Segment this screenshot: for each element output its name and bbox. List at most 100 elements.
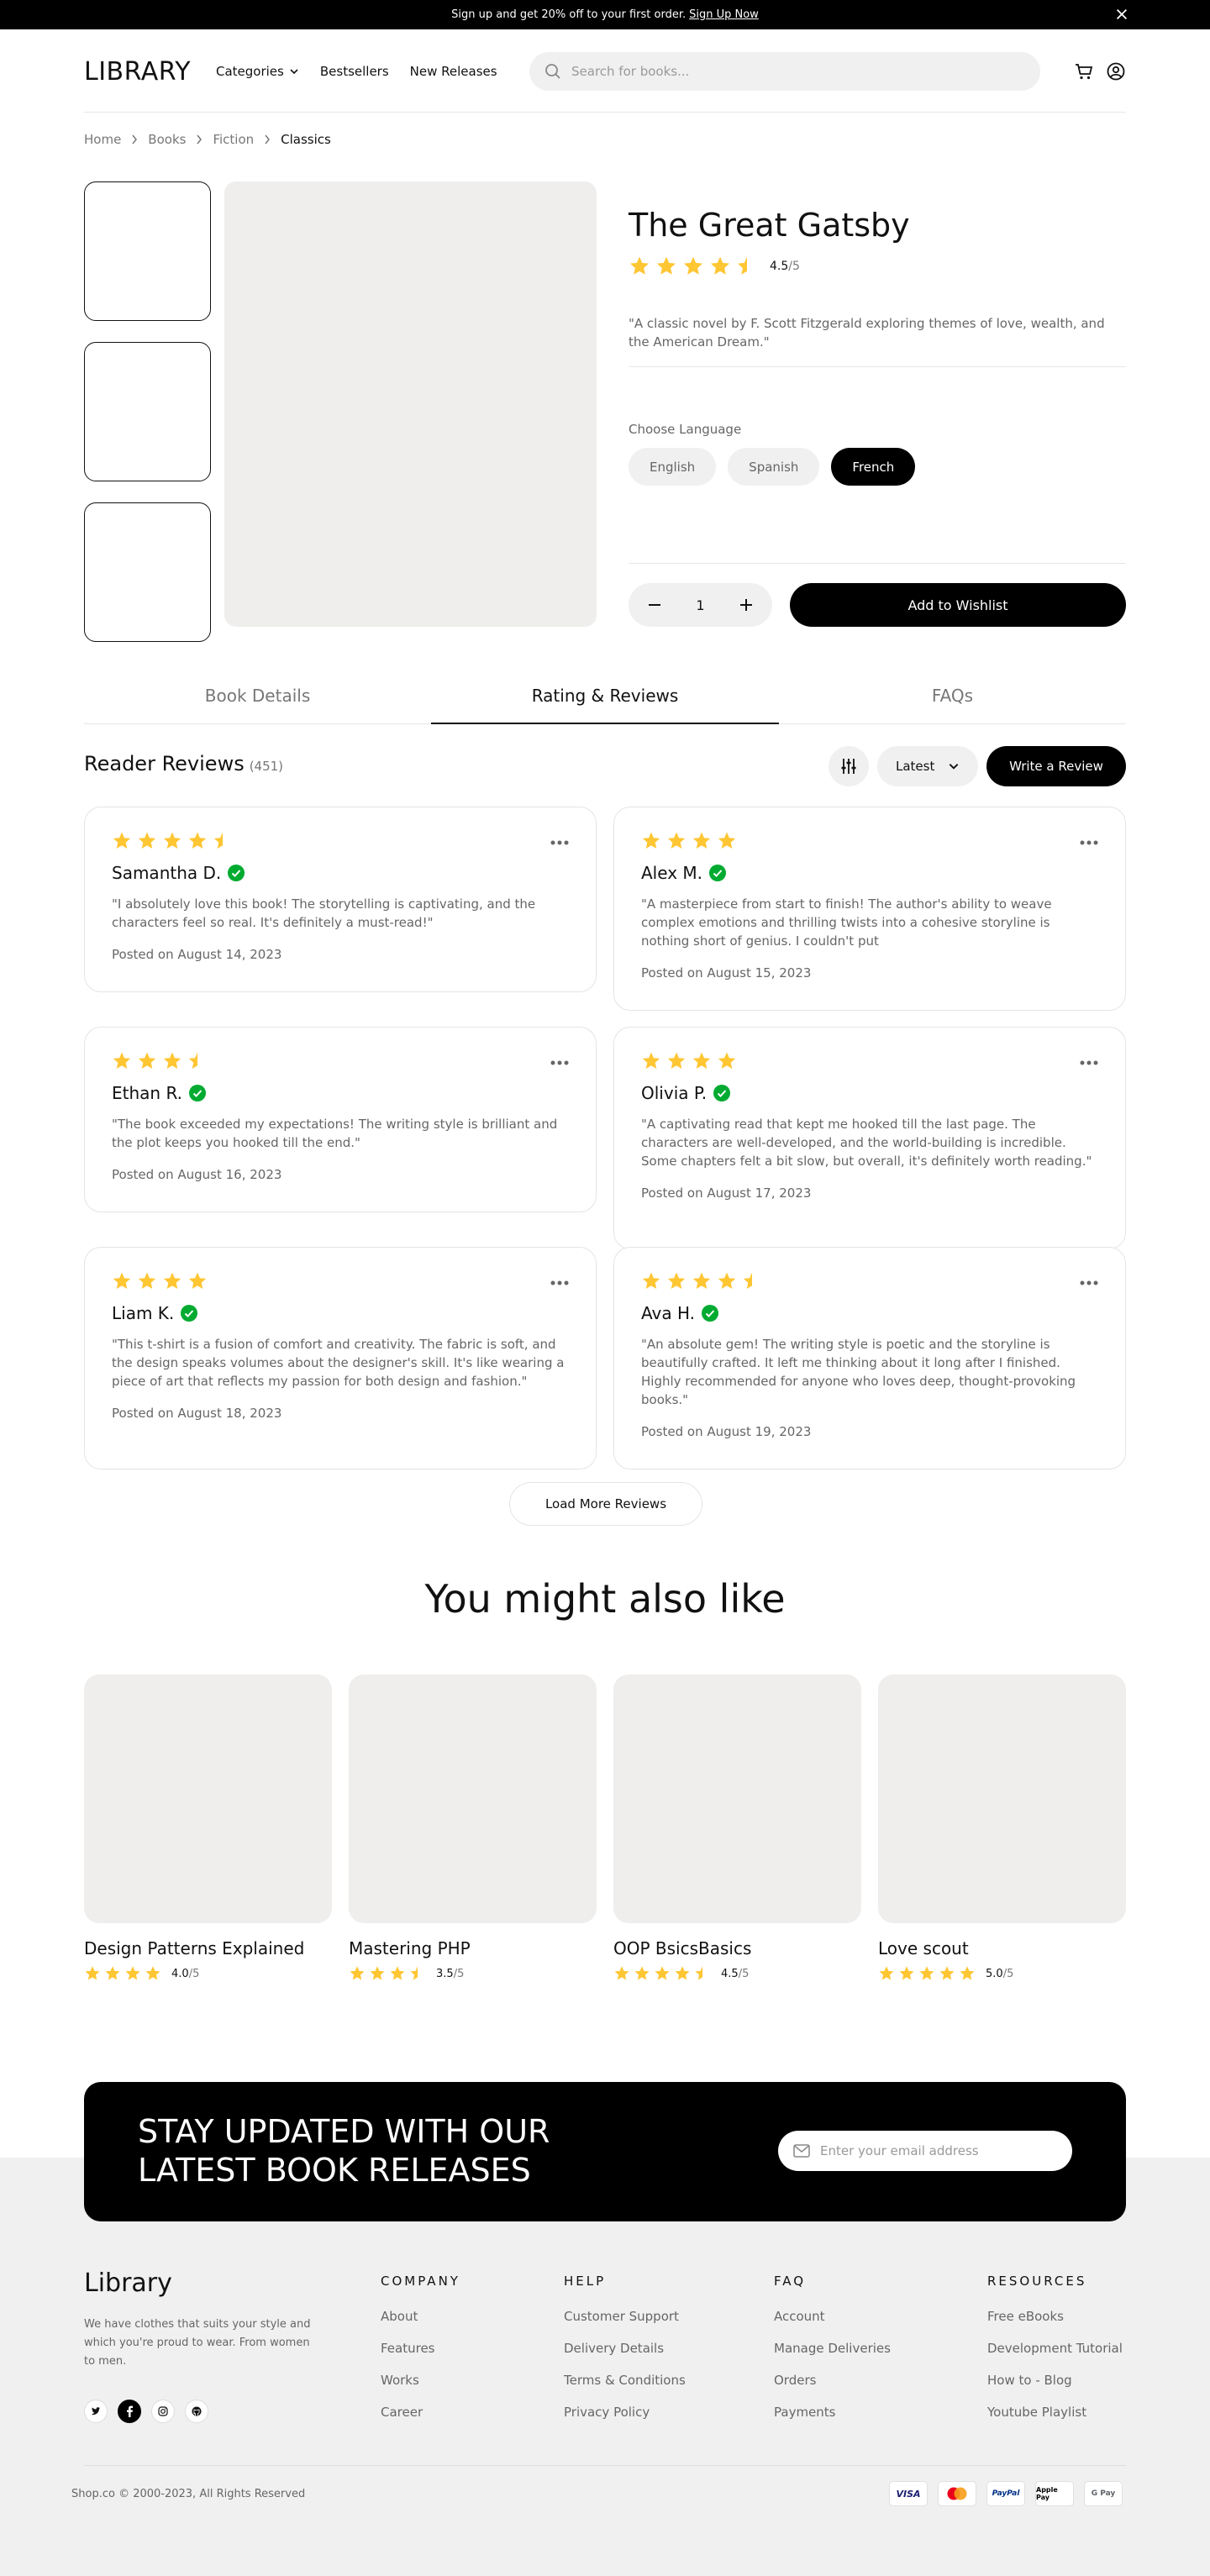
load-more-reviews-button[interactable]: Load More Reviews [509,1482,702,1526]
star-rating [878,1965,976,1982]
footer-link[interactable]: Manage Deliveries [774,2341,891,2358]
footer-link[interactable]: Development Tutorial [987,2341,1123,2358]
thumbnail-2[interactable] [84,342,211,481]
verified-icon [709,865,726,881]
footer-link[interactable]: Privacy Policy [564,2405,686,2421]
star-icon [105,1966,120,1980]
tab-book-details[interactable]: Book Details [84,686,431,706]
product-card-image[interactable] [349,1674,597,1923]
star-icon [667,1272,686,1289]
footer-link[interactable]: Account [774,2309,891,2326]
footer-link[interactable]: Terms & Conditions [564,2373,686,2389]
search-icon [545,64,560,79]
footer-link[interactable]: Orders [774,2373,891,2389]
site-logo[interactable]: LIBRARY [84,57,191,87]
more-options-icon[interactable] [1080,1273,1098,1289]
sort-dropdown[interactable]: Latest [877,746,978,786]
breadcrumb-home[interactable]: Home [84,132,121,147]
newsletter-email-input[interactable] [820,2143,1064,2158]
footer-link[interactable]: Career [381,2405,435,2421]
star-icon [614,1966,629,1980]
star-rating [84,1965,161,1982]
footer-link[interactable]: Youtube Playlist [987,2405,1123,2421]
product-card-image[interactable] [878,1674,1126,1923]
language-english[interactable]: English [629,448,717,486]
review-text: "A captivating read that kept me hooked … [641,1117,1092,1169]
add-to-wishlist-button[interactable]: Add to Wishlist [790,583,1126,627]
star-icon [125,1966,140,1980]
thumbnail-3[interactable] [84,502,211,642]
product-card-name[interactable]: OOP BsicsBasics [613,1938,751,1958]
star-icon [138,1272,156,1289]
review-date: Posted on August 18, 2023 [112,1406,282,1421]
footer-link[interactable]: Free eBooks [987,2309,1123,2326]
footer-link[interactable]: Works [381,2373,435,2389]
filter-button[interactable] [829,746,869,786]
twitter-icon[interactable] [84,2400,108,2423]
tab-faqs[interactable]: FAQs [779,686,1126,706]
star-icon [113,1272,131,1289]
product-card-image[interactable] [84,1674,332,1923]
footer-description: We have clothes that suits your style an… [84,2318,311,2368]
facebook-icon[interactable] [118,2400,141,2423]
product-card-name[interactable]: Mastering PHP [349,1938,471,1958]
main-nav: Categories Bestsellers New Releases [216,64,497,79]
more-options-icon[interactable] [550,1053,569,1069]
product-card-name[interactable]: Love scout [878,1938,969,1958]
thumbnail-1[interactable] [84,181,211,321]
write-review-button[interactable]: Write a Review [986,746,1126,786]
minus-icon[interactable] [645,596,664,614]
star-rating [629,255,758,277]
language-spanish[interactable]: Spanish [728,448,820,486]
product-card-rating: 5.0/5 [878,1965,1013,1982]
nav-new-releases[interactable]: New Releases [410,64,497,79]
footer-link[interactable]: Delivery Details [564,2341,686,2358]
close-icon[interactable] [1114,7,1129,22]
footer-link[interactable]: Customer Support [564,2309,686,2326]
footer-link[interactable]: Features [381,2341,435,2358]
footer-link[interactable]: About [381,2309,435,2326]
product-card-image[interactable] [613,1674,861,1923]
half-star-icon [188,1052,197,1069]
breadcrumb-books[interactable]: Books [148,132,186,147]
review-date: Posted on August 14, 2023 [112,947,282,962]
reviews-heading: Reader Reviews (451) [84,752,283,775]
footer-column-title: HELP [564,2274,607,2289]
paypal-icon: PayPal [986,2481,1025,2506]
account-icon[interactable] [1106,61,1126,81]
star-icon [718,1272,736,1289]
breadcrumb-fiction[interactable]: Fiction [213,132,254,147]
nav-categories[interactable]: Categories [216,64,299,79]
sign-up-link[interactable]: Sign Up Now [689,8,759,21]
star-icon [655,1966,670,1980]
rating-max: /5 [188,1967,200,1980]
plus-icon[interactable] [737,596,755,614]
breadcrumb: Home Books Fiction Classics [84,132,331,147]
star-icon [667,832,686,849]
product-card-name[interactable]: Design Patterns Explained [84,1938,304,1958]
nav-bestsellers[interactable]: Bestsellers [320,64,389,79]
product-card-rating: 4.0/5 [84,1965,199,1982]
star-icon [163,1272,182,1289]
product-rating: 4.5/5 [629,255,800,277]
star-icon [692,1052,711,1069]
footer-link[interactable]: How to - Blog [987,2373,1123,2389]
star-rating [349,1965,426,1982]
instagram-icon[interactable] [151,2400,175,2423]
reviewer-name: Samantha D. [112,863,222,883]
more-options-icon[interactable] [1080,1053,1098,1069]
tab-rating-reviews[interactable]: Rating & Reviews [431,686,779,706]
promo-text: Sign up and get 20% off to your first or… [451,8,687,21]
product-title: The Great Gatsby [629,207,910,244]
star-icon [642,832,660,849]
more-options-icon[interactable] [550,833,569,849]
more-options-icon[interactable] [550,1273,569,1289]
footer-link[interactable]: Payments [774,2405,891,2421]
language-french[interactable]: French [831,448,916,486]
review-date: Posted on August 16, 2023 [112,1167,282,1182]
github-icon[interactable] [185,2400,208,2423]
promo-banner: Sign up and get 20% off to your first or… [0,0,1210,29]
search-input[interactable] [571,64,1008,79]
more-options-icon[interactable] [1080,833,1098,849]
cart-icon[interactable] [1074,61,1094,81]
